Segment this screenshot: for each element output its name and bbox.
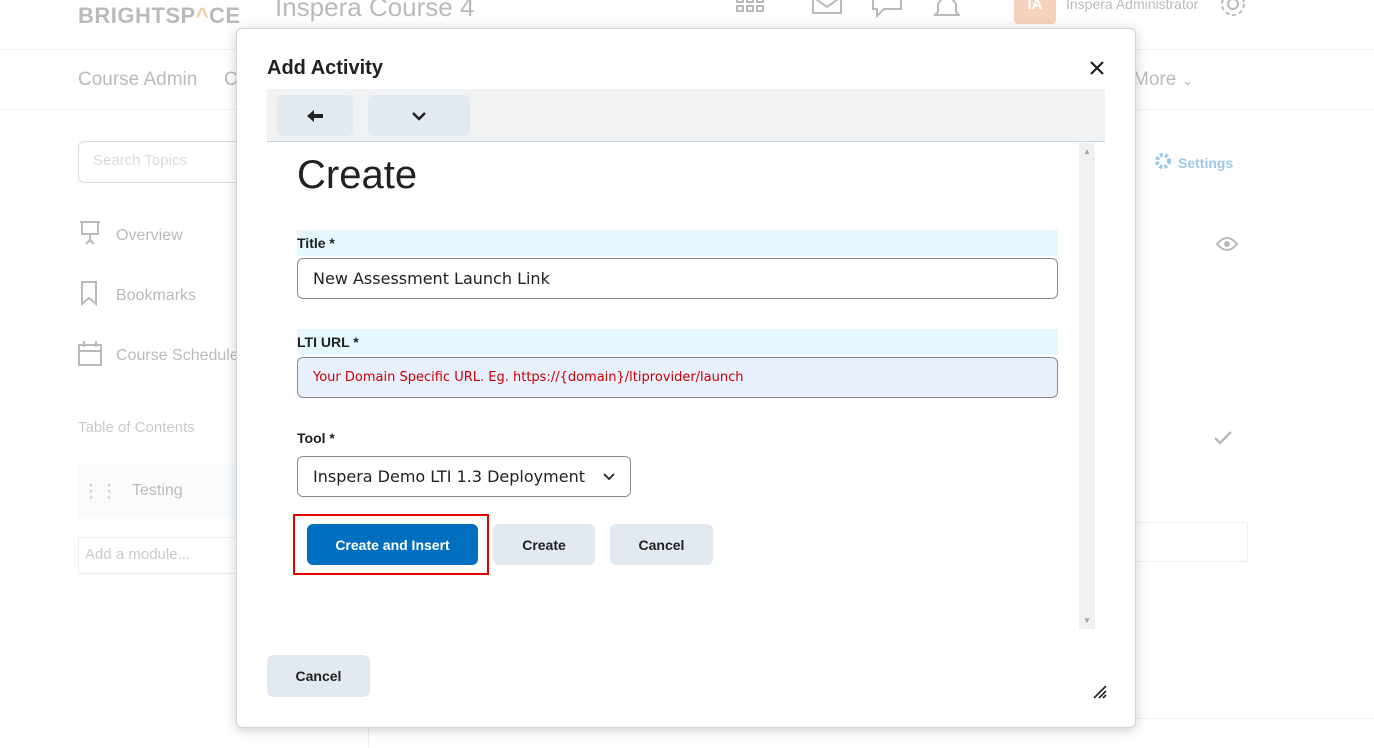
close-icon <box>1090 61 1104 75</box>
lti-url-label: LTI URL * <box>297 329 1058 355</box>
chevron-down-icon <box>412 111 426 121</box>
bell-icon[interactable] <box>932 0 962 23</box>
search-topics-input[interactable]: Search Topics <box>78 141 258 183</box>
title-label: Title * <box>297 230 1058 256</box>
toc-label: Table of Contents <box>78 419 195 436</box>
chevron-down-icon <box>603 472 615 480</box>
cancel-button[interactable]: Cancel <box>610 524 713 565</box>
gear-icon[interactable] <box>1218 0 1248 25</box>
calendar-icon <box>78 340 102 371</box>
create-heading: Create <box>297 153 418 197</box>
drag-handle-icon[interactable]: ⋮⋮ <box>82 481 118 502</box>
checkmark-icon <box>1213 430 1233 451</box>
waffle-grid-icon[interactable] <box>736 0 764 23</box>
user-name[interactable]: Inspera Administrator <box>1066 0 1198 12</box>
mail-icon[interactable] <box>812 0 842 19</box>
toolbar-dropdown-button[interactable] <box>368 95 470 136</box>
dialog-toolbar <box>267 89 1105 142</box>
course-title[interactable]: Inspera Course 4 <box>275 0 474 23</box>
close-button[interactable] <box>1085 57 1109 81</box>
add-module-input[interactable]: Add a module... <box>78 537 248 574</box>
back-button[interactable] <box>277 95 353 136</box>
gear-icon <box>1154 152 1172 173</box>
lti-url-placeholder: Your Domain Specific URL. Eg. https://{d… <box>313 370 744 385</box>
tool-select[interactable]: Inspera Demo LTI 1.3 Deployment <box>297 456 631 497</box>
scroll-down-icon[interactable]: ▼ <box>1083 616 1091 625</box>
page: BRIGHTSP^CE Inspera Course 4 IA Inspera … <box>0 0 1374 748</box>
content-panel-box <box>1120 522 1248 562</box>
divider <box>1136 718 1374 719</box>
arrow-left-icon <box>307 109 323 122</box>
sidebar-item-course-schedule[interactable]: Course Schedule <box>78 340 239 371</box>
dialog-title: Add Activity <box>267 57 383 79</box>
lti-url-input[interactable]: Your Domain Specific URL. Eg. https://{d… <box>297 357 1058 398</box>
sidebar-item-bookmarks[interactable]: Bookmarks <box>78 280 196 311</box>
dialog-content: Create Title * New Assessment Launch Lin… <box>267 143 1095 629</box>
scrollbar[interactable]: ▲ ▼ <box>1079 143 1095 629</box>
footer-cancel-button[interactable]: Cancel <box>267 655 370 697</box>
tool-select-value: Inspera Demo LTI 1.3 Deployment <box>313 467 585 486</box>
presentation-icon <box>78 220 102 251</box>
sidebar-item-overview[interactable]: Overview <box>78 220 183 251</box>
create-button[interactable]: Create <box>493 524 595 565</box>
add-activity-dialog: Add Activity Create Title * New Assessme… <box>236 28 1136 728</box>
module-item-testing[interactable]: ⋮⋮ Testing <box>78 464 248 518</box>
bookmark-icon <box>78 280 102 311</box>
resize-handle-icon[interactable] <box>1091 683 1107 699</box>
nav-course-admin[interactable]: Course Admin <box>78 69 197 91</box>
eye-icon[interactable] <box>1215 236 1239 257</box>
settings-link[interactable]: Settings <box>1154 152 1233 173</box>
nav-more[interactable]: More ⌄ <box>1133 69 1193 91</box>
user-avatar[interactable]: IA <box>1014 0 1056 24</box>
create-and-insert-button[interactable]: Create and Insert <box>307 524 478 565</box>
chevron-down-icon: ⌄ <box>1181 72 1194 88</box>
tool-label: Tool * <box>297 430 335 446</box>
scroll-thumb[interactable] <box>1082 159 1092 611</box>
chat-icon[interactable] <box>872 0 902 23</box>
brightspace-logo[interactable]: BRIGHTSP^CE <box>78 3 241 29</box>
scroll-up-icon[interactable]: ▲ <box>1083 147 1091 156</box>
title-input[interactable]: New Assessment Launch Link <box>297 258 1058 299</box>
